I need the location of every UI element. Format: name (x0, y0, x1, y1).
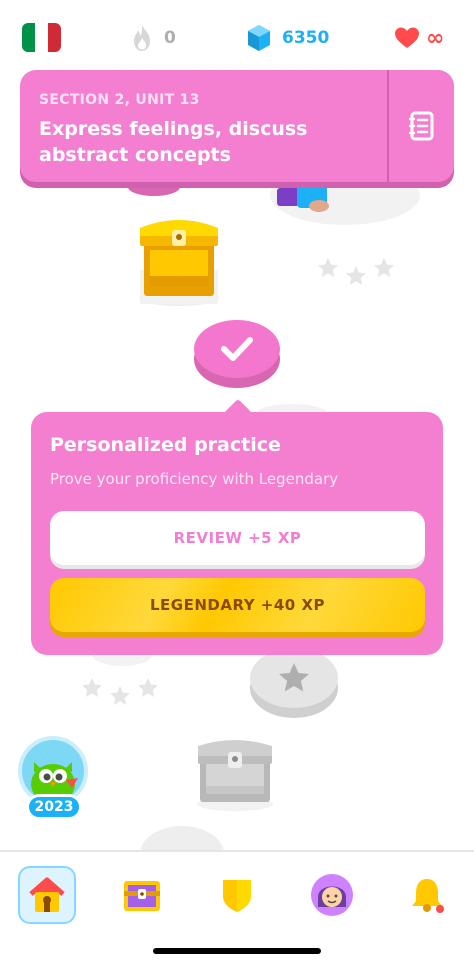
bottom-navigation (0, 850, 474, 963)
star-icon (82, 678, 102, 697)
nav-profile[interactable] (303, 866, 361, 924)
next-lesson-node (140, 826, 224, 850)
treasure-chest-icon[interactable] (192, 734, 278, 812)
top-status-bar: 0 6350 ∞ (0, 0, 474, 70)
legendary-button[interactable]: LEGENDARY +40 XP (50, 578, 425, 632)
treasure-chest-icon (124, 881, 160, 911)
flame-icon (134, 25, 150, 51)
duo-owl-icon (31, 762, 78, 802)
bell-icon (412, 879, 444, 913)
gems-counter[interactable]: 6350 (246, 24, 329, 52)
treasure-chest-icon[interactable] (136, 210, 222, 310)
completed-lesson-node[interactable] (194, 320, 280, 388)
heart-icon (395, 27, 419, 48)
italy-flag-icon[interactable] (22, 23, 61, 52)
star-icon (318, 258, 338, 277)
star-icon (374, 258, 394, 277)
gem-icon (248, 25, 270, 51)
nav-leagues[interactable] (208, 866, 266, 924)
star-icon (110, 686, 130, 705)
home-icon (29, 877, 65, 912)
year-badge-label: 2023 (26, 794, 82, 820)
popover-subtitle: Prove your proficiency with Legendary (50, 470, 339, 488)
guidebook-icon (409, 111, 434, 141)
nav-notifications[interactable] (398, 866, 456, 924)
streak-count: 0 (164, 28, 176, 48)
hearts-counter[interactable]: ∞ (394, 24, 444, 52)
checkmark-icon (221, 337, 253, 361)
nav-chest[interactable] (113, 866, 171, 924)
avatar-icon (311, 874, 353, 916)
gems-count: 6350 (282, 28, 330, 48)
star-icon (138, 678, 158, 697)
hearts-count: ∞ (426, 25, 445, 51)
home-indicator (153, 948, 321, 954)
year-in-review-badge[interactable]: 2023 (18, 736, 90, 824)
practice-popover: Personalized practice Prove your profici… (31, 398, 443, 655)
nav-learn[interactable] (18, 866, 76, 924)
star-icon (279, 663, 309, 692)
streak-counter[interactable]: 0 (130, 24, 176, 52)
star-icon (346, 266, 366, 285)
decorative-stars (80, 676, 160, 708)
unit-title: Express feelings, discuss abstract conce… (39, 118, 308, 166)
review-button[interactable]: REVIEW +5 XP (50, 511, 425, 565)
shield-icon (223, 880, 251, 912)
popover-title: Personalized practice (50, 434, 281, 456)
decorative-stars (316, 256, 396, 288)
locked-lesson-node[interactable] (250, 648, 338, 718)
section-banner[interactable]: SECTION 2, UNIT 13 Express feelings, dis… (20, 70, 454, 188)
guidebook-button[interactable] (390, 70, 454, 182)
section-label: SECTION 2, UNIT 13 (39, 92, 200, 108)
